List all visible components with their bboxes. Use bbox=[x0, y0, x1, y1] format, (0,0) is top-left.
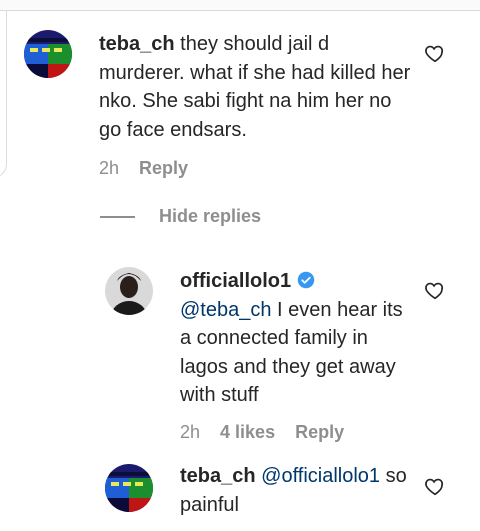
thread-border bbox=[0, 11, 7, 178]
reply-1-body: officiallolo1 @teba_ch I even hear its a… bbox=[180, 267, 410, 410]
comment-meta: 2h Reply bbox=[99, 158, 188, 179]
reply-2-username[interactable]: teba_ch bbox=[180, 465, 256, 487]
reply-1-reply-button[interactable]: Reply bbox=[295, 422, 344, 443]
reply-1-meta: 2h 4 likes Reply bbox=[180, 422, 344, 443]
reply-1-mention[interactable]: @teba_ch bbox=[180, 299, 271, 321]
hide-replies-button[interactable]: Hide replies bbox=[100, 206, 261, 227]
avatar-teba-ch-reply[interactable] bbox=[105, 464, 153, 512]
reply-1-likes[interactable]: 4 likes bbox=[220, 422, 275, 443]
comment-username[interactable]: teba_ch bbox=[99, 33, 175, 55]
reply-1-username[interactable]: officiallolo1 bbox=[180, 270, 291, 292]
avatar-teba-ch[interactable] bbox=[24, 30, 72, 78]
reply-2-like-heart-icon[interactable] bbox=[424, 475, 446, 497]
comment-body: teba_ch they should jail d murderer. wha… bbox=[99, 30, 419, 144]
reply-1-like-heart-icon[interactable] bbox=[424, 279, 446, 301]
reply-2-body: teba_ch @officiallolo1 so painful bbox=[180, 462, 420, 519]
top-divider bbox=[0, 0, 480, 11]
comment-time: 2h bbox=[99, 158, 120, 178]
like-heart-icon[interactable] bbox=[424, 42, 446, 64]
avatar-officiallolo1[interactable] bbox=[105, 267, 153, 315]
reply-1-time: 2h bbox=[180, 422, 201, 442]
hide-replies-label[interactable]: Hide replies bbox=[159, 206, 261, 227]
reply-button[interactable]: Reply bbox=[139, 158, 188, 179]
reply-2-mention[interactable]: @officiallolo1 bbox=[261, 465, 380, 487]
hide-replies-dash bbox=[100, 215, 135, 218]
verified-badge-icon bbox=[297, 271, 315, 289]
